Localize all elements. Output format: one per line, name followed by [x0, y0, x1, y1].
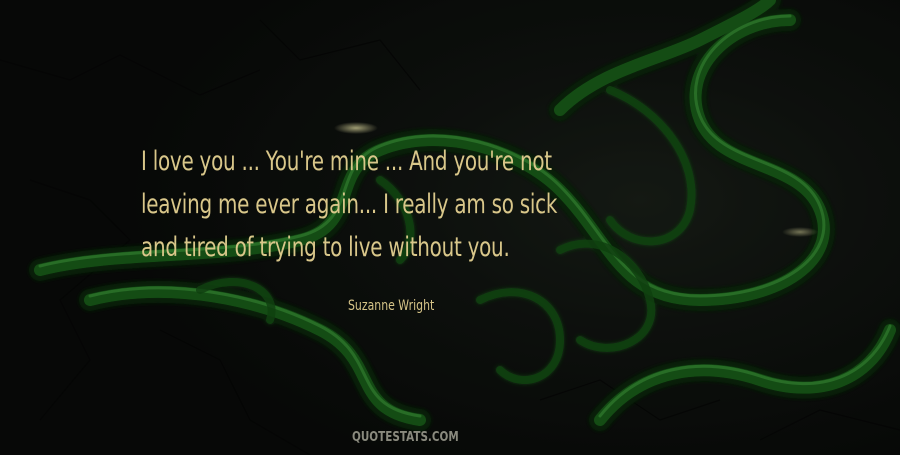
- quote-line-1: I love you ... You're mine ... And you'r…: [141, 146, 552, 177]
- quote-image: I love you ... You're mine ... And you'r…: [0, 0, 900, 455]
- quote-line-2: leaving me ever again... I really am so …: [141, 189, 558, 220]
- site-watermark: QUOTESTATS.COM: [352, 430, 459, 445]
- quote-line-3: and tired of trying to live without you.: [141, 232, 510, 263]
- quote-text: I love you ... You're mine ... And you'r…: [141, 140, 764, 269]
- quote-author: Suzanne Wright: [348, 298, 435, 314]
